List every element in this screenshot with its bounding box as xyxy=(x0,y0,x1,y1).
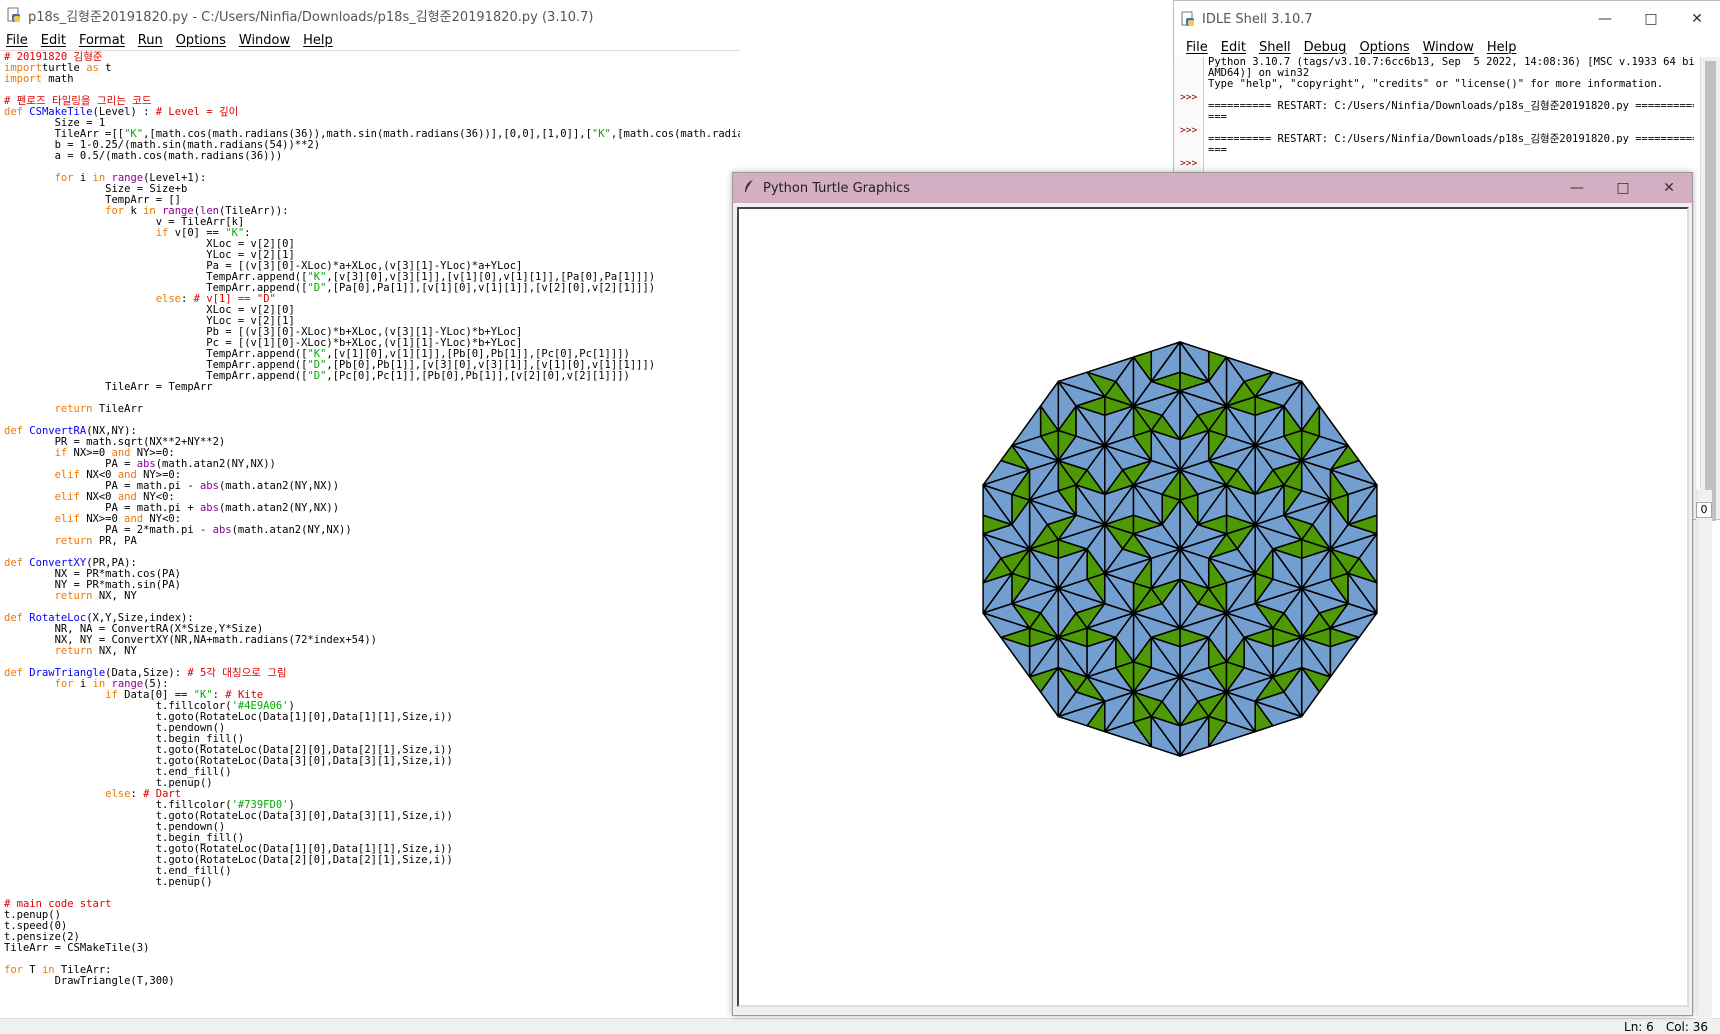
turtle-canvas[interactable] xyxy=(737,207,1689,1007)
code-line: # 20191820 김형준 xyxy=(4,51,103,63)
code-editor[interactable]: # 20191820 김형준 importturtle as t import ma… xyxy=(0,50,740,1020)
minimize-icon[interactable]: — xyxy=(1582,1,1628,37)
python-file-icon xyxy=(1180,11,1196,27)
penrose-tiling xyxy=(982,341,1378,757)
code-line: TileArr = TempArr xyxy=(4,381,213,393)
maximize-icon[interactable]: □ xyxy=(1628,1,1674,37)
shell-prompt: >>> xyxy=(1180,125,1198,136)
shell-menubar: File Edit Shell Debug Options Window Help xyxy=(1180,37,1524,57)
code-line: return TileArr xyxy=(54,403,144,415)
shell-menu-shell[interactable]: Shell xyxy=(1259,40,1291,55)
editor-menu-options[interactable]: Options xyxy=(176,33,226,48)
python-file-icon xyxy=(6,7,22,23)
editor-menu-window[interactable]: Window xyxy=(239,33,290,48)
code-line: return NX, NY xyxy=(54,645,137,657)
shell-menu-edit[interactable]: Edit xyxy=(1221,40,1246,55)
minimize-icon[interactable]: — xyxy=(1554,173,1600,203)
shell-line: === xyxy=(1208,144,1227,156)
turtle-window: Python Turtle Graphics — □ ✕ xyxy=(732,172,1693,1016)
shell-menu-debug[interactable]: Debug xyxy=(1304,40,1347,55)
scrollbar-thumb[interactable] xyxy=(1705,61,1716,521)
shell-side-value: 0 xyxy=(1696,502,1712,518)
turtle-title: Python Turtle Graphics xyxy=(763,180,910,196)
code-line: t.penup() xyxy=(4,909,61,921)
shell-line: === xyxy=(1208,111,1227,123)
code-line: t.speed(0) xyxy=(4,920,68,932)
status-line: Ln: 6 xyxy=(1624,1020,1654,1034)
code-line: DrawTriangle(T,300) xyxy=(4,975,175,987)
shell-scrollbar[interactable] xyxy=(1700,57,1720,521)
code-line: importturtle as t xyxy=(4,62,112,74)
shell-side-strip: 0 xyxy=(1696,490,1712,1020)
editor-menu-file[interactable]: File xyxy=(6,33,28,48)
editor-title: p18s_김형준20191820.py - C:/Users/Ninfia/Do… xyxy=(28,9,594,25)
code-line: return NX, NY xyxy=(54,590,137,602)
turtle-titlebar: Python Turtle Graphics xyxy=(733,173,1692,203)
shell-menu-file[interactable]: File xyxy=(1186,40,1208,55)
shell-prompt: >>> xyxy=(1180,158,1198,169)
shell-line: Type "help", "copyright", "credits" or "… xyxy=(1208,78,1664,90)
code-line: ​ xyxy=(4,888,740,899)
maximize-icon[interactable]: □ xyxy=(1600,173,1646,203)
code-line: # main code start xyxy=(4,898,112,910)
code-line: import math xyxy=(4,73,74,85)
feather-icon xyxy=(743,179,755,197)
code-line: def CSMakeTile(Level) : # Level = 깊이 xyxy=(4,106,239,118)
editor-menubar: File Edit Format Run Options Window Help xyxy=(0,30,340,50)
shell-title: IDLE Shell 3.10.7 xyxy=(1202,11,1313,27)
editor-menu-run[interactable]: Run xyxy=(138,33,163,48)
shell-menu-options[interactable]: Options xyxy=(1359,40,1409,55)
code-line: ​ xyxy=(4,954,740,965)
status-bar: Ln: 6 Col: 36 xyxy=(0,1018,1720,1034)
code-line: TileArr = CSMakeTile(3) xyxy=(4,942,150,954)
shell-line: ========== RESTART: C:/Users/Ninfia/Down… xyxy=(1208,133,1694,145)
editor-menu-edit[interactable]: Edit xyxy=(41,33,66,48)
shell-menu-window[interactable]: Window xyxy=(1423,40,1474,55)
code-line: a = 0.5/(math.cos(math.radians(36))) xyxy=(4,150,283,162)
editor-menu-help[interactable]: Help xyxy=(303,33,333,48)
code-line: t.penup() xyxy=(4,876,213,888)
status-col: Col: 36 xyxy=(1665,1020,1708,1034)
editor-menu-format[interactable]: Format xyxy=(79,33,125,48)
close-icon[interactable]: ✕ xyxy=(1646,173,1692,203)
shell-menu-help[interactable]: Help xyxy=(1487,40,1517,55)
shell-line: ========== RESTART: C:/Users/Ninfia/Down… xyxy=(1208,100,1694,112)
close-icon[interactable]: ✕ xyxy=(1674,1,1720,37)
code-line: return PR, PA xyxy=(54,535,137,547)
shell-prompt: >>> xyxy=(1180,92,1198,103)
